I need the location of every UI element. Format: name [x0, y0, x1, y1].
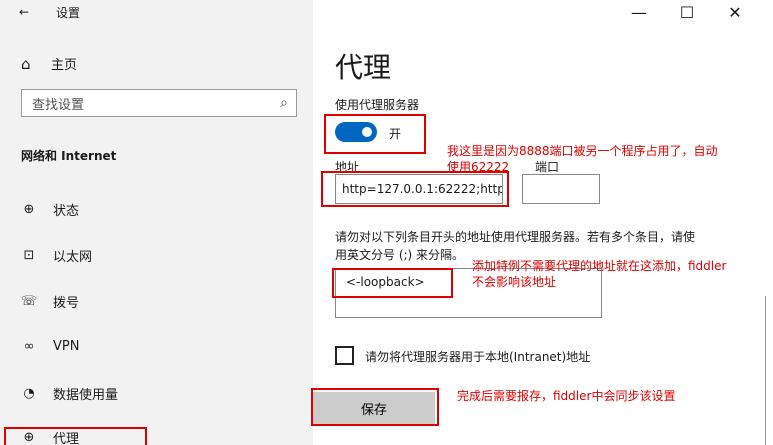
scrollbar[interactable]	[765, 296, 766, 445]
data-usage-icon: ◔	[23, 386, 35, 401]
title-bar: ← 设置	[14, 2, 80, 22]
sidebar-item-ethernet[interactable]: ⊡ 以太网	[21, 246, 92, 265]
close-button[interactable]: ✕	[715, 0, 755, 24]
annotation-exceptions-note-line1: 添加特例不需要代理的地址就在这添加，fiddler	[472, 259, 727, 273]
local-address-label: 请勿将代理服务器用于本地(Intranet)地址	[365, 350, 591, 364]
back-arrow-icon[interactable]: ←	[14, 2, 34, 22]
main-panel: — ☐ ✕ 代理 使用代理服务器 开 地址 端口 http=127.0.0.1:…	[311, 0, 773, 445]
annotation-exceptions-note-line2: 不会影响该地址	[472, 275, 557, 289]
port-label: 端口	[535, 160, 560, 174]
sidebar-item-vpn[interactable]: ∞ VPN	[21, 338, 80, 354]
search-placeholder: 查找设置	[32, 97, 85, 113]
dialup-icon: ☏	[20, 294, 38, 309]
maximize-button[interactable]: ☐	[667, 0, 707, 24]
highlight-box-address	[321, 171, 509, 207]
window-title: 设置	[56, 5, 81, 20]
minimize-button[interactable]: —	[619, 0, 659, 24]
section-heading: 网络和 Internet	[21, 149, 117, 163]
highlight-box-exceptions	[332, 268, 453, 298]
search-icon[interactable]: ⌕	[280, 95, 288, 111]
highlight-box-proxy	[4, 427, 147, 445]
sidebar-item-home[interactable]: ⌂ 主页	[21, 54, 78, 74]
sidebar-item-dialup[interactable]: ☏ 拨号	[21, 292, 79, 311]
sidebar-item-label: 状态	[53, 204, 80, 219]
page-title: 代理	[335, 51, 392, 84]
annotation-save-note: 完成后需要报存，fiddler中会同步该设置	[457, 389, 676, 403]
port-field[interactable]	[522, 174, 600, 204]
home-icon: ⌂	[21, 54, 31, 73]
sidebar-item-status[interactable]: ⊕ 状态	[21, 200, 79, 219]
use-proxy-label: 使用代理服务器	[335, 98, 420, 112]
annotation-port-note-line1: 我这里是因为8888端口被另一个程序占用了，自动	[447, 144, 718, 158]
settings-window: ← 设置 ⌂ 主页 查找设置 ⌕ 网络和 Internet ⊕ 状态 ⊡ 以太网…	[0, 0, 773, 445]
exceptions-description-line1: 请勿对以下列条目开头的地址使用代理服务器。若有多个条目，请使	[335, 230, 696, 244]
highlight-box-toggle	[324, 114, 426, 154]
sidebar-item-label: 以太网	[53, 250, 93, 265]
globe-status-icon: ⊕	[23, 202, 35, 217]
sidebar: ← 设置 ⌂ 主页 查找设置 ⌕ 网络和 Internet ⊕ 状态 ⊡ 以太网…	[0, 0, 313, 445]
vpn-icon: ∞	[23, 338, 35, 354]
search-input[interactable]: 查找设置 ⌕	[21, 89, 297, 117]
highlight-box-save	[311, 388, 439, 426]
sidebar-item-label: 主页	[51, 58, 78, 73]
exceptions-description-line2: 用英文分号 (;) 来分隔。	[335, 248, 465, 262]
sidebar-item-data-usage[interactable]: ◔ 数据使用量	[21, 384, 118, 403]
sidebar-item-label: 数据使用量	[53, 388, 119, 403]
ethernet-icon: ⊡	[23, 248, 35, 263]
annotation-port-note-line2: 使用62222	[447, 160, 510, 174]
local-address-checkbox[interactable]	[335, 346, 354, 365]
sidebar-item-label: VPN	[53, 338, 80, 354]
sidebar-item-label: 拨号	[53, 296, 80, 311]
